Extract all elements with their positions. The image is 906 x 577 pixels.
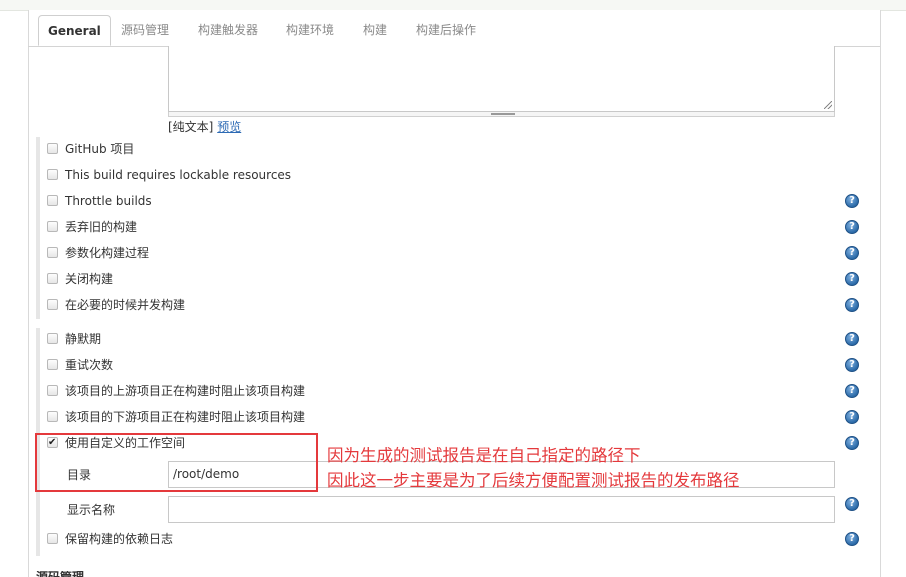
tab-post-build[interactable]: 构建后操作 — [416, 18, 476, 46]
tab-build-environment[interactable]: 构建环境 — [286, 18, 334, 46]
textarea-resize-bar[interactable] — [168, 112, 835, 117]
checkbox[interactable] — [47, 333, 58, 344]
help-icon[interactable]: ? — [845, 436, 859, 450]
help-icon[interactable]: ? — [845, 298, 859, 312]
option-label: 静默期 — [65, 332, 102, 346]
description-textarea[interactable] — [168, 46, 835, 112]
format-row: [纯文本] 预览 — [168, 118, 241, 135]
option-label: 关闭构建 — [65, 272, 114, 286]
next-section-heading: 源码管理 — [36, 571, 84, 577]
checkbox[interactable] — [47, 411, 58, 422]
annotation-line-2: 因此这一步主要是为了后续方便配置测试报告的发布路径 — [327, 471, 740, 490]
annotation-highlight-box — [35, 433, 318, 492]
tab-build[interactable]: 构建 — [363, 18, 387, 46]
help-icon[interactable]: ? — [845, 358, 859, 372]
help-icon[interactable]: ? — [845, 410, 859, 424]
option-label: GitHub 项目 — [65, 142, 135, 156]
help-icon[interactable]: ? — [845, 332, 859, 346]
checkbox[interactable] — [47, 273, 58, 284]
option-label: 参数化构建过程 — [65, 246, 150, 260]
display-name-label: 显示名称 — [67, 503, 116, 517]
drag-handle-icon[interactable] — [491, 113, 515, 115]
help-icon[interactable]: ? — [845, 194, 859, 208]
checkbox[interactable] — [47, 247, 58, 258]
annotation-line-1: 因为生成的测试报告是在自己指定的路径下 — [327, 446, 641, 465]
checkbox[interactable] — [47, 385, 58, 396]
resize-grip-icon[interactable] — [824, 101, 832, 109]
display-name-input[interactable] — [168, 496, 835, 523]
option-label: Throttle builds — [65, 194, 152, 208]
tab-scm[interactable]: 源码管理 — [121, 18, 169, 46]
checkbox[interactable] — [47, 221, 58, 232]
tab-general[interactable]: General — [38, 15, 111, 46]
checkbox[interactable] — [47, 143, 58, 154]
options-group-1-bar — [36, 137, 40, 319]
section-tabs: General 源码管理 构建触发器 构建环境 构建 构建后操作 — [28, 12, 880, 47]
option-label: This build requires lockable resources — [65, 168, 292, 182]
help-icon[interactable]: ? — [845, 272, 859, 286]
help-icon[interactable]: ? — [845, 246, 859, 260]
checkbox[interactable] — [47, 533, 58, 544]
checkbox[interactable] — [47, 359, 58, 370]
tab-build-triggers[interactable]: 构建触发器 — [198, 18, 258, 46]
help-icon[interactable]: ? — [845, 220, 859, 234]
option-label: 该项目的下游项目正在构建时阻止该项目构建 — [65, 410, 306, 424]
checkbox[interactable] — [47, 299, 58, 310]
preview-link[interactable]: 预览 — [217, 120, 241, 134]
option-label: 在必要的时候并发构建 — [65, 298, 186, 312]
option-label: 保留构建的依赖日志 — [65, 532, 174, 546]
checkbox[interactable] — [47, 169, 58, 180]
checkbox[interactable] — [47, 195, 58, 206]
help-icon[interactable]: ? — [845, 497, 859, 511]
option-label: 丢弃旧的构建 — [65, 220, 138, 234]
plain-text-label: [纯文本] — [168, 120, 214, 134]
help-icon[interactable]: ? — [845, 384, 859, 398]
option-label: 重试次数 — [65, 358, 114, 372]
option-label: 该项目的上游项目正在构建时阻止该项目构建 — [65, 384, 306, 398]
help-icon[interactable]: ? — [845, 532, 859, 546]
